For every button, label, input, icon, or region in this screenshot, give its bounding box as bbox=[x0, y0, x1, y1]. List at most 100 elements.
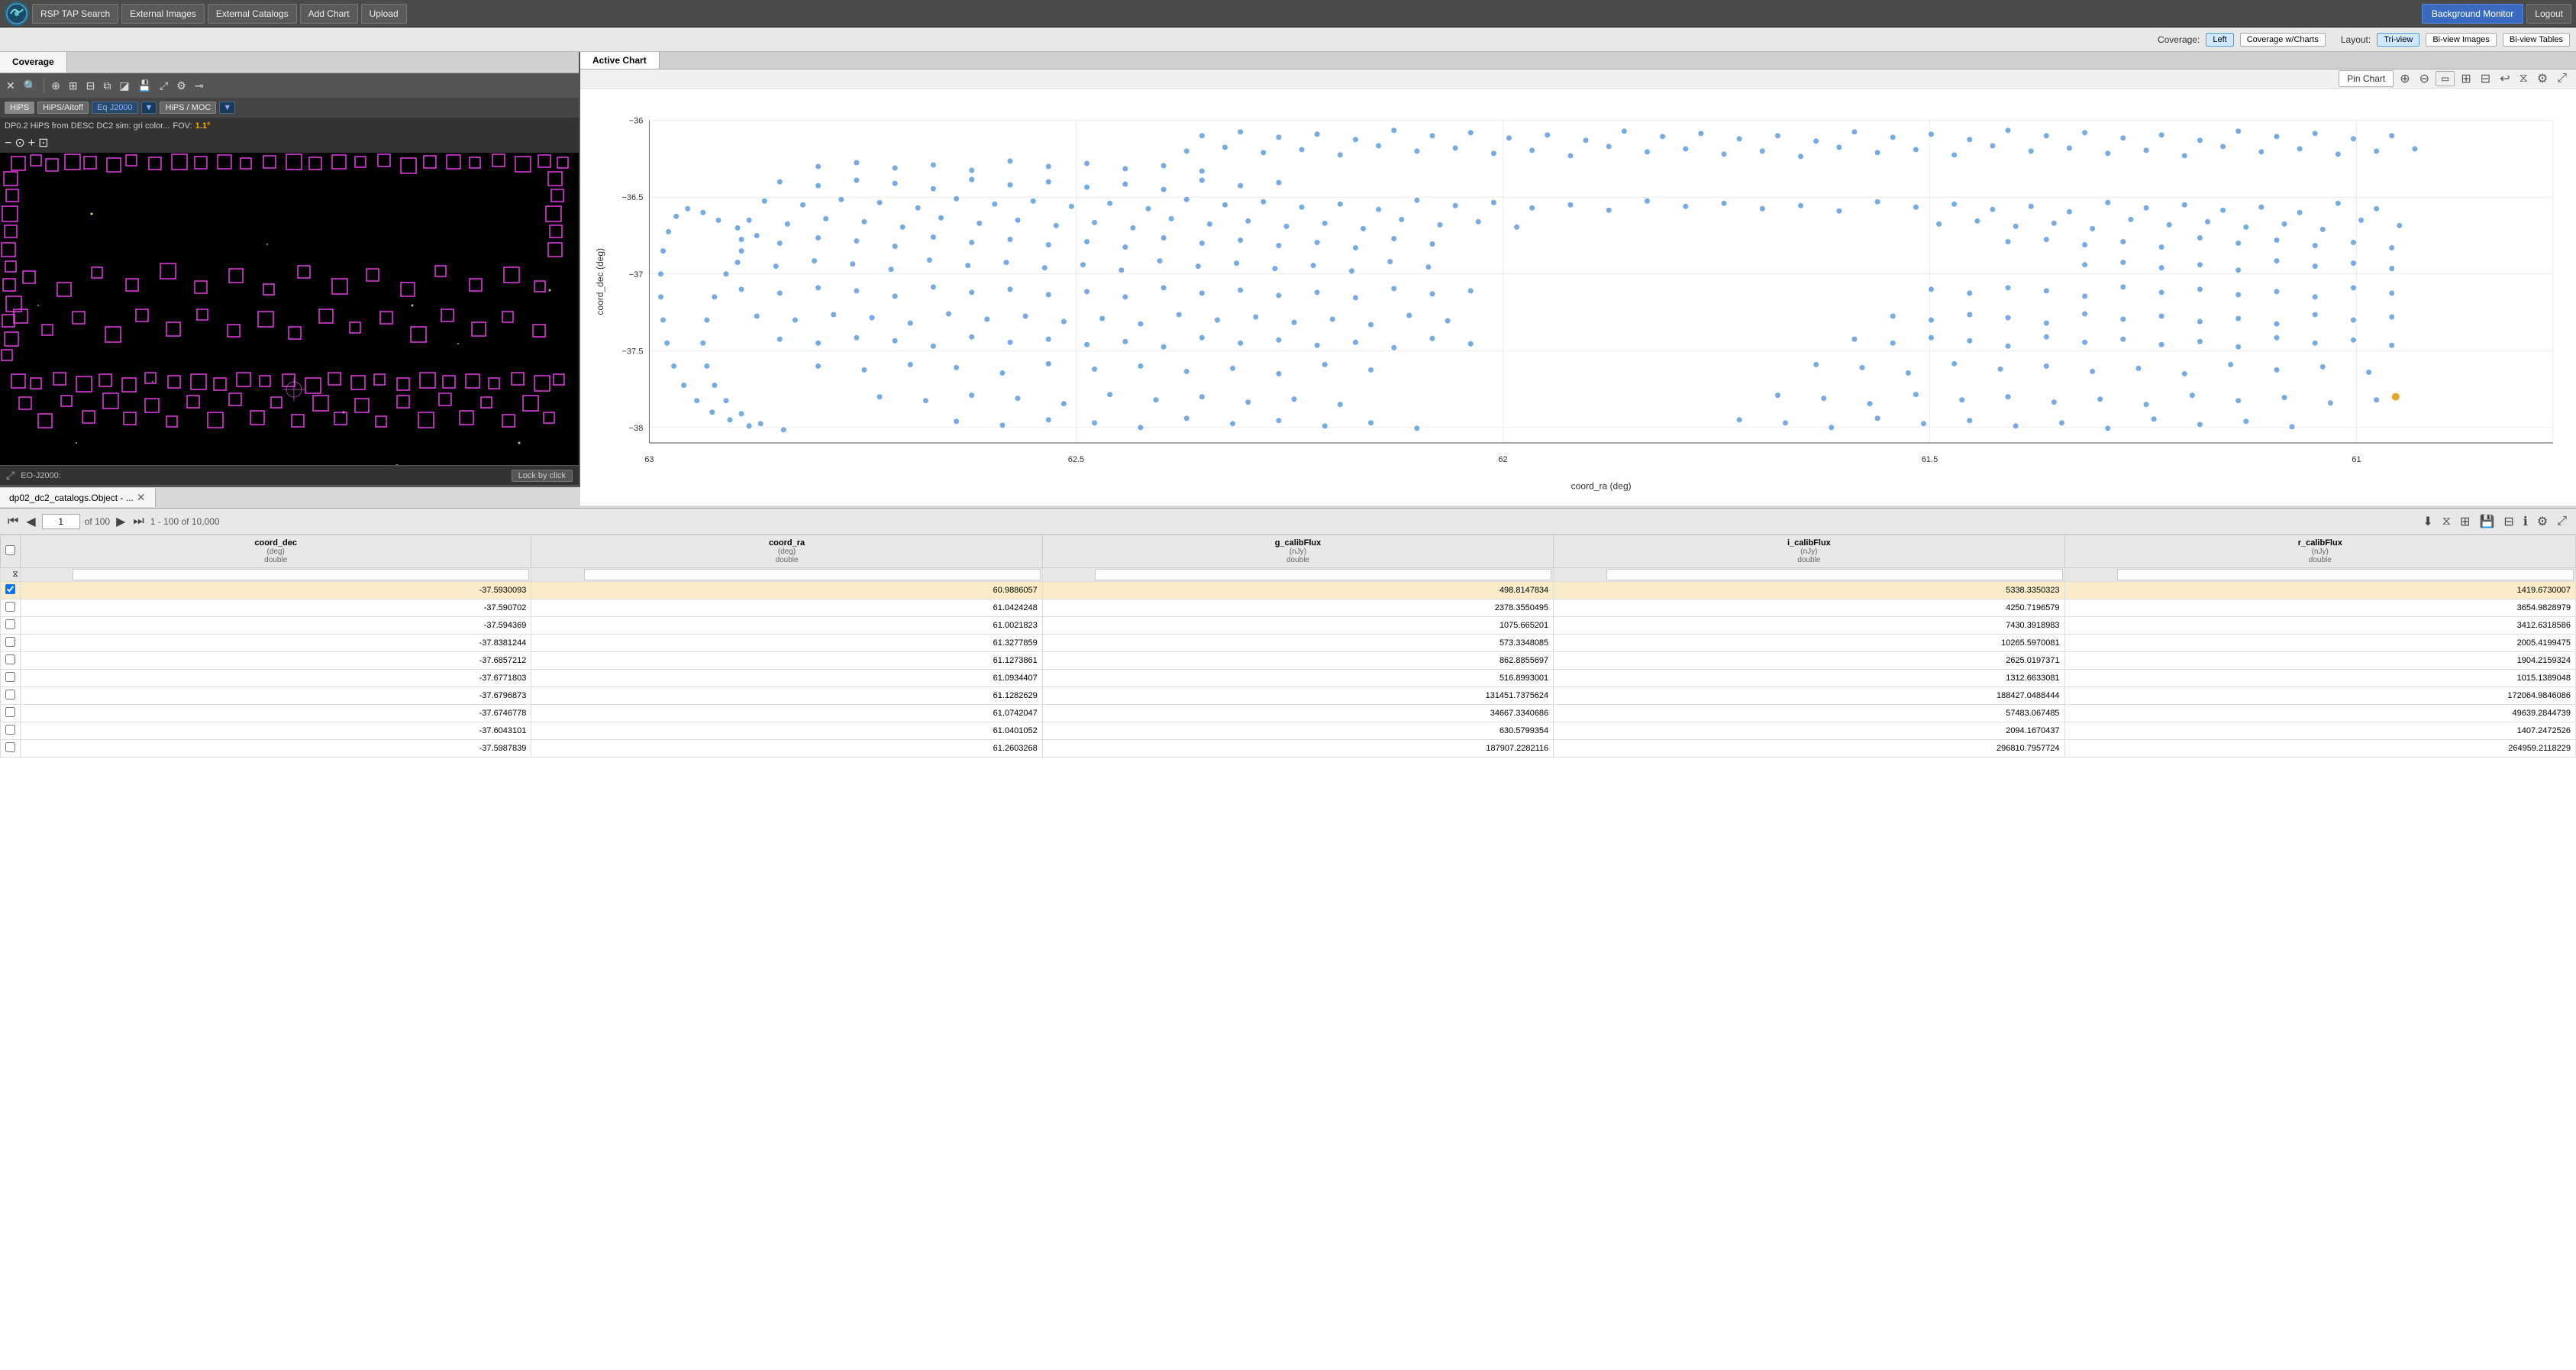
prev-page-button[interactable]: ◀ bbox=[24, 512, 37, 531]
rsp-tap-search-button[interactable]: RSP TAP Search bbox=[32, 4, 118, 24]
expand-chart-button[interactable]: ⤢ bbox=[2554, 70, 2570, 87]
hips-moc-button[interactable]: HiPS / MOC bbox=[160, 102, 216, 114]
row-checkbox-cell[interactable] bbox=[1, 722, 21, 740]
row-checkbox-cell[interactable] bbox=[1, 582, 21, 599]
zoom-reset-button[interactable]: ⊡ bbox=[38, 137, 48, 150]
table-expand-button[interactable]: ⤢ bbox=[2554, 513, 2570, 530]
zoom-fit-button[interactable]: ⊙ bbox=[15, 137, 24, 150]
row-checkbox[interactable] bbox=[5, 707, 15, 717]
center-tool-button[interactable]: ⊕ bbox=[48, 78, 63, 94]
filter-coord-ra-input[interactable] bbox=[584, 569, 1041, 580]
frame-tool-button[interactable]: ⊞ bbox=[66, 78, 81, 94]
page-number-input[interactable] bbox=[42, 514, 80, 529]
col-header-g-flux[interactable]: g_calibFlux (nJy) double bbox=[1042, 535, 1553, 568]
sky-map[interactable] bbox=[0, 153, 579, 465]
table-columns-button[interactable]: ⊞ bbox=[2457, 512, 2473, 531]
coord-dropdown-button[interactable]: ▼ bbox=[141, 102, 157, 114]
add-chart-button[interactable]: Add Chart bbox=[300, 4, 358, 24]
row-checkbox-cell[interactable] bbox=[1, 652, 21, 670]
lock-by-click-button[interactable]: Lock by click bbox=[512, 470, 573, 482]
row-checkbox-cell[interactable] bbox=[1, 687, 21, 705]
zoom-in-chart-button[interactable]: ⊕ bbox=[2397, 69, 2413, 88]
coverage-left-button[interactable]: Left bbox=[2206, 33, 2233, 47]
undo-chart-button[interactable]: ↩ bbox=[2497, 69, 2513, 88]
table-tab-object[interactable]: dp02_dc2_catalogs.Object - ... ✕ bbox=[0, 488, 156, 507]
table-row[interactable]: -37.6857212 61.1273861 862.8855697 2625.… bbox=[1, 652, 2576, 670]
row-checkbox[interactable] bbox=[5, 725, 15, 735]
select-all-header[interactable] bbox=[1, 535, 21, 568]
table-save-button[interactable]: 💾 bbox=[2476, 512, 2497, 531]
upload-button[interactable]: Upload bbox=[361, 4, 407, 24]
background-monitor-button[interactable]: Background Monitor bbox=[2422, 4, 2523, 24]
settings-tool-button[interactable]: ⚙ bbox=[173, 78, 189, 94]
expand-tool-button[interactable]: ⤢ bbox=[157, 78, 171, 94]
col-header-r-flux[interactable]: r_calibFlux (nJy) double bbox=[2064, 535, 2575, 568]
first-page-button[interactable]: ⏮ bbox=[6, 513, 20, 530]
row-checkbox-cell[interactable] bbox=[1, 635, 21, 652]
table-row[interactable]: -37.6771803 61.0934407 516.8993001 1312.… bbox=[1, 670, 2576, 687]
table-row[interactable]: -37.6796873 61.1282629 131451.7375624 18… bbox=[1, 687, 2576, 705]
row-checkbox[interactable] bbox=[5, 654, 15, 664]
settings-chart-button[interactable]: ⚙ bbox=[2534, 69, 2551, 88]
filter-coord-dec-input[interactable] bbox=[73, 569, 529, 580]
expand-icon[interactable]: ⤢ bbox=[6, 469, 15, 482]
row-checkbox[interactable] bbox=[5, 690, 15, 700]
biview-images-button[interactable]: Bi-view Images bbox=[2426, 33, 2497, 47]
coverage-tab[interactable]: Coverage bbox=[0, 52, 67, 73]
triview-button[interactable]: Tri-view bbox=[2377, 33, 2419, 47]
table-row[interactable]: -37.6043101 61.0401052 630.5799354 2094.… bbox=[1, 722, 2576, 740]
zoom-out-chart-button[interactable]: ⊖ bbox=[2416, 69, 2432, 88]
crosshair-tool-button[interactable]: ✕ bbox=[3, 78, 18, 94]
filter-coord-ra[interactable] bbox=[531, 568, 1042, 582]
filter-g-flux[interactable] bbox=[1042, 568, 1553, 582]
layers-tool-button[interactable]: ⧉ bbox=[100, 78, 114, 94]
last-page-button[interactable]: ⏭ bbox=[131, 513, 145, 530]
table-download-button[interactable]: ⬇ bbox=[2419, 512, 2436, 531]
color-tool-button[interactable]: ◪ bbox=[116, 78, 132, 94]
table-row[interactable]: -37.594369 61.0021823 1075.665201 7430.3… bbox=[1, 617, 2576, 635]
filter-icon[interactable]: ⧖ bbox=[12, 570, 18, 579]
row-checkbox-cell[interactable] bbox=[1, 599, 21, 617]
table-row[interactable]: -37.5930093 60.9886057 498.8147834 5338.… bbox=[1, 582, 2576, 599]
filter-g-flux-input[interactable] bbox=[1095, 569, 1551, 580]
save-tool-button[interactable]: 💾 bbox=[135, 78, 154, 94]
grid-tool-button[interactable]: ⊟ bbox=[83, 78, 98, 94]
row-checkbox[interactable] bbox=[5, 742, 15, 752]
hips-moc-dropdown[interactable]: ▼ bbox=[219, 102, 235, 114]
zoom-chart-button[interactable]: ⊞ bbox=[2458, 69, 2474, 88]
col-header-i-flux[interactable]: i_calibFlux (nJy) double bbox=[1554, 535, 2064, 568]
row-checkbox-cell[interactable] bbox=[1, 617, 21, 635]
table-tbl-button[interactable]: ⊟ bbox=[2500, 512, 2516, 531]
coord-system-button[interactable]: Eq J2000 bbox=[92, 102, 137, 114]
hips-aitoff-button[interactable]: HiPS/Aitoff bbox=[37, 102, 89, 114]
row-checkbox[interactable] bbox=[5, 602, 15, 612]
row-checkbox[interactable] bbox=[5, 584, 15, 594]
table-settings-button[interactable]: ⚙ bbox=[2534, 512, 2551, 531]
table-row[interactable]: -37.8381244 61.3277859 573.3348085 10265… bbox=[1, 635, 2576, 652]
table-row[interactable]: -37.6746778 61.0742047 34667.3340686 574… bbox=[1, 705, 2576, 722]
search-tool-button[interactable]: 🔍 bbox=[21, 78, 40, 94]
table-info-button[interactable]: ℹ bbox=[2520, 512, 2531, 531]
row-checkbox-cell[interactable] bbox=[1, 705, 21, 722]
select-all-checkbox[interactable] bbox=[5, 545, 15, 555]
table-tab-close-button[interactable]: ✕ bbox=[137, 491, 146, 504]
table-filter-button[interactable]: ⧖ bbox=[2439, 513, 2454, 530]
zoom-in-button[interactable]: + bbox=[28, 137, 35, 150]
filter-i-flux[interactable] bbox=[1554, 568, 2064, 582]
active-chart-tab[interactable]: Active Chart bbox=[580, 52, 660, 69]
filter-r-flux[interactable] bbox=[2064, 568, 2575, 582]
filter-r-flux-input[interactable] bbox=[2117, 569, 2574, 580]
table-row[interactable]: -37.590702 61.0424248 2378.3550495 4250.… bbox=[1, 599, 2576, 617]
more-tool-button[interactable]: ⊸ bbox=[192, 78, 207, 94]
hips-button[interactable]: HiPS bbox=[5, 102, 34, 114]
row-checkbox[interactable] bbox=[5, 672, 15, 682]
row-checkbox-cell[interactable] bbox=[1, 670, 21, 687]
filter-chart-button[interactable]: ⧖ bbox=[2516, 70, 2531, 87]
col-header-coord-dec[interactable]: coord_dec (deg) double bbox=[21, 535, 531, 568]
zoom-out-button[interactable]: − bbox=[5, 137, 11, 150]
external-catalogs-button[interactable]: External Catalogs bbox=[208, 4, 297, 24]
row-checkbox-cell[interactable] bbox=[1, 740, 21, 758]
rect-select-chart-button[interactable]: ⊟ bbox=[2478, 69, 2494, 88]
pin-chart-button[interactable]: Pin Chart bbox=[2339, 70, 2394, 87]
table-row[interactable]: -37.5987839 61.2603268 187907.2282116 29… bbox=[1, 740, 2576, 758]
